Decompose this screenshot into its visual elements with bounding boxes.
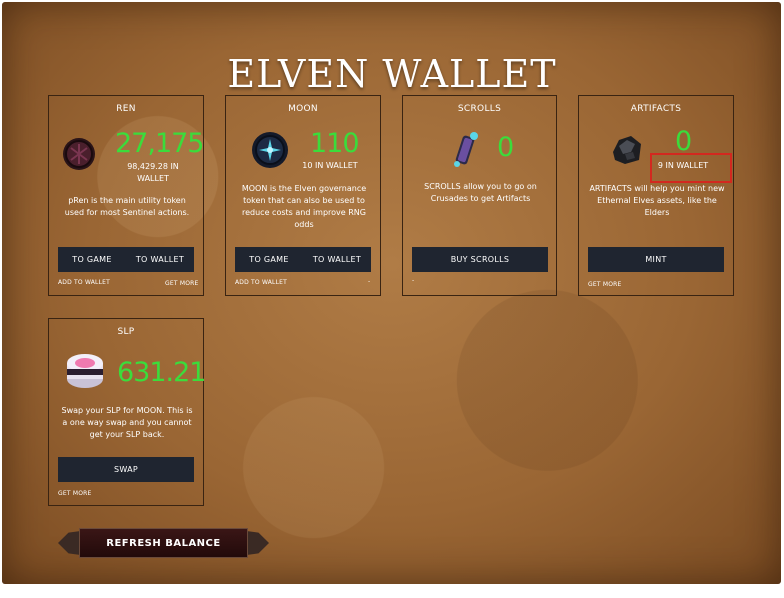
slp-description: Swap your SLP for MOON. This is a one wa… xyxy=(61,406,193,439)
buy-scrolls-button[interactable]: BUY SCROLLS xyxy=(412,247,548,272)
swap-button[interactable]: SWAP xyxy=(58,457,194,482)
moon-amount: 110 xyxy=(310,128,360,159)
card-title: ARTIFACTS xyxy=(630,104,682,114)
ren-description: pRen is the main utility token used for … xyxy=(64,196,190,217)
slp-amount: 631.21 xyxy=(117,357,206,388)
ren-add-to-wallet-link[interactable]: ADD TO WALLET xyxy=(58,279,110,286)
slp-get-more-link[interactable]: GET MORE xyxy=(58,490,91,497)
card-title: MOON xyxy=(288,104,318,114)
card-slp: SLP 631.21 Swap your SLP for MOON. This … xyxy=(48,318,206,506)
slp-button-bar: SWAP xyxy=(58,457,194,482)
card-artifacts: ARTIFACTS 0 9 IN WALLET ARTIFACTS will h… xyxy=(578,95,734,296)
highlight-box xyxy=(650,153,732,183)
page-title: ELVEN WALLET xyxy=(227,52,557,96)
moon-description: MOON is the Elven governance token that … xyxy=(241,184,367,229)
card-title: REN xyxy=(116,104,136,114)
artifacts-button-bar: MINT xyxy=(588,247,724,272)
scrolls-link[interactable]: - xyxy=(412,277,414,284)
ren-wallet-line2: WALLET xyxy=(137,174,169,183)
artifacts-description: ARTIFACTS will help you mint new Etherna… xyxy=(589,184,725,217)
ren-token-icon xyxy=(63,138,95,170)
scrolls-description: SCROLLS allow you to go on Crusades to g… xyxy=(424,182,537,203)
scrolls-button-bar: BUY SCROLLS xyxy=(412,247,548,272)
mint-button[interactable]: MINT xyxy=(588,247,724,272)
moon-button-bar: TO GAME TO WALLET xyxy=(235,247,371,272)
card-title: SCROLLS xyxy=(457,104,502,114)
scrolls-amount: 0 xyxy=(497,132,514,163)
card-ren: REN 27,175 98,429.28 IN WALLET pRen is t… xyxy=(48,95,204,296)
moon-to-wallet-button[interactable]: TO WALLET xyxy=(303,247,371,272)
moon-in-wallet: 10 IN WALLET xyxy=(302,161,358,170)
card-scrolls: SCROLLS 0 SCROLLS allow you to go on Cru… xyxy=(402,95,557,296)
ren-to-game-button[interactable]: TO GAME xyxy=(58,247,126,272)
slp-potion-icon xyxy=(67,354,103,388)
moon-right-link[interactable]: - xyxy=(368,278,370,285)
ren-button-bar: TO GAME TO WALLET xyxy=(58,247,194,272)
ren-get-more-link[interactable]: GET MORE xyxy=(165,280,198,287)
artifact-rock-icon xyxy=(613,136,641,164)
moon-add-to-wallet-link[interactable]: ADD TO WALLET xyxy=(235,279,287,286)
ren-to-wallet-button[interactable]: TO WALLET xyxy=(126,247,194,272)
refresh-balance-button[interactable]: REFRESH BALANCE xyxy=(58,527,269,559)
moon-to-game-button[interactable]: TO GAME xyxy=(235,247,303,272)
ren-amount: 27,175 xyxy=(115,128,204,159)
moon-token-icon xyxy=(252,132,288,168)
card-moon: MOON 110 10 IN WALLET MOON is the Elven … xyxy=(225,95,381,296)
scroll-icon xyxy=(454,132,478,167)
ren-wallet-line1: 98,429.28 IN xyxy=(127,162,179,171)
card-title: SLP xyxy=(117,327,135,337)
refresh-balance-label: REFRESH BALANCE xyxy=(80,529,247,557)
artifacts-get-more-link[interactable]: GET MORE xyxy=(588,281,621,288)
